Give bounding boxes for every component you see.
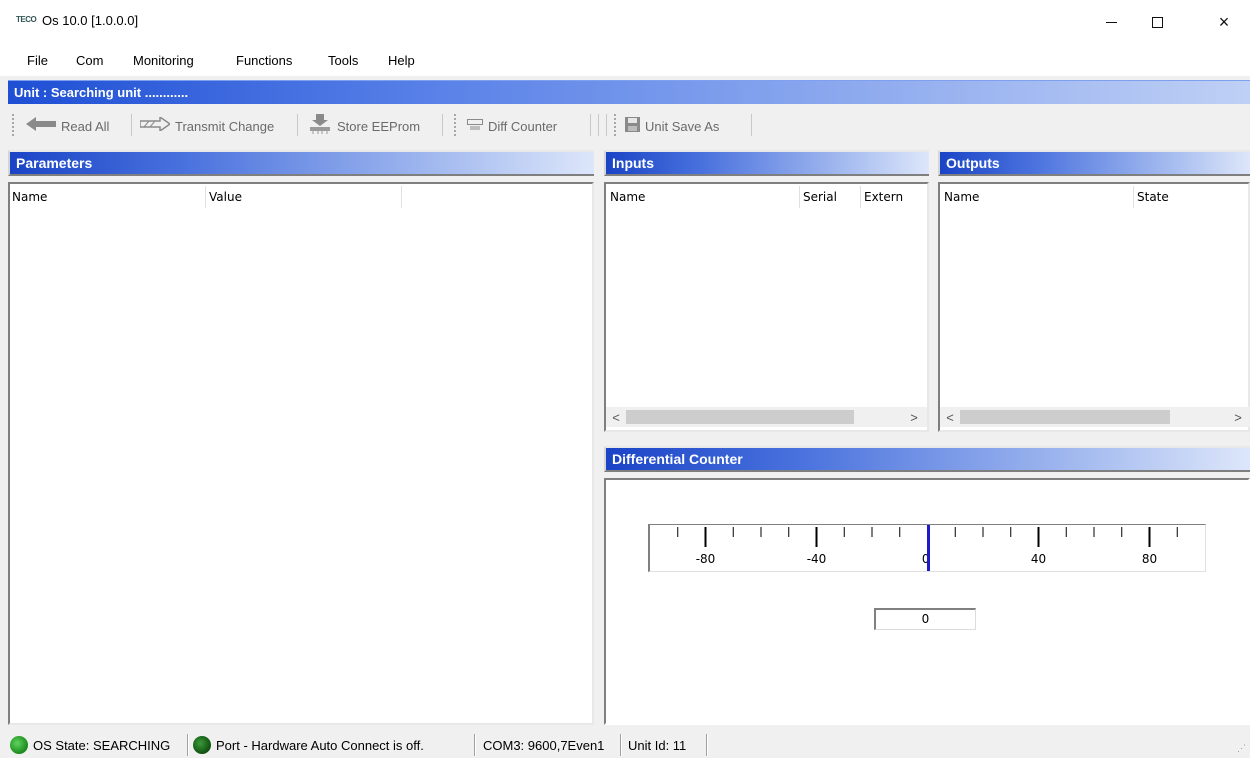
column-header-value[interactable]: Value — [209, 184, 242, 210]
toolbar-grip[interactable] — [454, 114, 456, 136]
parameters-header: Parameters — [8, 150, 594, 176]
inputs-list[interactable]: Name Serial Extern < > — [604, 182, 929, 432]
toolbar-separator — [751, 114, 752, 136]
port-status-text: Port - Hardware Auto Connect is off. — [216, 737, 424, 753]
inputs-horizontal-scrollbar[interactable]: < > — [606, 407, 927, 427]
column-header-serial[interactable]: Serial — [803, 184, 837, 210]
read-all-button[interactable]: Read All — [26, 116, 109, 136]
menu-bar: File Com Monitoring Functions Tools Help — [0, 44, 1250, 76]
differential-counter-title: Differential Counter — [612, 451, 743, 467]
port-status: Port - Hardware Auto Connect is off. — [193, 734, 424, 756]
close-icon: × — [1218, 11, 1230, 32]
transmit-change-button[interactable]: Transmit Change — [139, 115, 275, 136]
diff-counter-button[interactable]: Diff Counter — [467, 116, 557, 136]
os-state-led-icon — [10, 736, 28, 754]
gauge-tick-label: -40 — [807, 552, 827, 566]
minimize-button[interactable] — [1088, 0, 1134, 44]
gauge-tick-label: -80 — [696, 552, 716, 566]
menu-file[interactable]: File — [27, 53, 48, 68]
unit-status-bar: Unit : Searching unit ............ — [8, 80, 1250, 104]
column-separator[interactable] — [1133, 186, 1134, 208]
inputs-title: Inputs — [612, 155, 654, 171]
toolbar-separator — [590, 114, 591, 136]
minimize-icon — [1105, 21, 1117, 23]
scroll-right-icon[interactable]: > — [906, 408, 922, 426]
unit-save-as-button[interactable]: Unit Save As — [625, 116, 719, 136]
unit-id-status: Unit Id: 11 — [628, 734, 686, 756]
maximize-button[interactable] — [1134, 0, 1180, 44]
status-separator — [620, 734, 622, 756]
scroll-left-icon[interactable]: < — [942, 408, 958, 426]
status-separator — [706, 734, 708, 756]
menu-tools[interactable]: Tools — [328, 53, 358, 68]
arrow-left-icon — [26, 117, 56, 135]
window-title: Os 10.0 [1.0.0.0] — [42, 13, 139, 28]
gauge-scale: -80 -40 0 40 80 — [677, 525, 1178, 571]
differential-gauge: -80 -40 0 40 80 — [648, 524, 1206, 572]
menu-help[interactable]: Help — [388, 53, 415, 68]
toolbar-grip[interactable] — [12, 114, 14, 136]
column-header-name[interactable]: Name — [610, 184, 645, 210]
menu-functions[interactable]: Functions — [236, 53, 292, 68]
menu-monitoring[interactable]: Monitoring — [133, 53, 194, 68]
column-header-extern[interactable]: Extern — [864, 184, 903, 210]
store-eeprom-label: Store EEProm — [337, 118, 421, 134]
status-separator — [187, 734, 189, 756]
column-header-name[interactable]: Name — [944, 184, 979, 210]
outputs-list[interactable]: Name State < > — [938, 182, 1250, 432]
store-eeprom-button[interactable]: Store EEProm — [308, 114, 421, 138]
title-bar: TECO Os 10.0 [1.0.0.0] × — [0, 0, 1250, 44]
status-separator — [474, 734, 476, 756]
diff-counter-label: Diff Counter — [488, 118, 558, 134]
maximize-icon — [1151, 16, 1163, 28]
scrollbar-thumb[interactable] — [960, 410, 1170, 424]
gauge-tick-label: 40 — [1031, 552, 1046, 566]
transmit-change-label: Transmit Change — [175, 118, 275, 134]
column-header-name[interactable]: Name — [12, 184, 47, 210]
parameters-list[interactable]: Name Value — [8, 182, 594, 725]
differential-counter-header: Differential Counter — [604, 446, 1250, 472]
toolbar-separator — [598, 114, 599, 136]
app-logo-icon: TECO — [16, 15, 37, 24]
outputs-header: Outputs — [938, 150, 1250, 176]
parameters-title: Parameters — [16, 155, 93, 171]
column-separator[interactable] — [205, 186, 206, 208]
close-button[interactable]: × — [1201, 0, 1247, 44]
download-chip-icon — [308, 114, 332, 138]
com-status: COM3: 9600,7Even1 — [483, 734, 604, 756]
scrollbar-thumb[interactable] — [626, 410, 854, 424]
os-state-text: OS State: SEARCHING — [33, 737, 171, 753]
com-status-text: COM3: 9600,7Even1 — [483, 737, 605, 753]
unit-status-text: Unit : Searching unit ............ — [14, 85, 189, 100]
transmit-arrow-icon — [139, 115, 172, 135]
column-header-state[interactable]: State — [1137, 184, 1169, 210]
counter-display-icon — [467, 118, 483, 135]
unit-save-as-label: Unit Save As — [645, 118, 720, 134]
toolbar-separator — [442, 114, 443, 136]
differential-counter-panel — [604, 478, 1250, 725]
counter-value-display: 0 — [874, 608, 976, 630]
toolbar-grip[interactable] — [614, 114, 616, 136]
scroll-left-icon[interactable]: < — [608, 408, 624, 426]
menu-com[interactable]: Com — [76, 53, 103, 68]
os-state-status: OS State: SEARCHING — [10, 734, 170, 756]
toolbar-separator — [606, 114, 607, 136]
column-separator[interactable] — [860, 186, 861, 208]
gauge-tick-label: 80 — [1142, 552, 1157, 566]
toolbar-separator — [297, 114, 298, 136]
inputs-header: Inputs — [604, 150, 929, 176]
toolbar: Read All Transmit Change Store EEProm Di… — [8, 106, 1250, 146]
column-separator[interactable] — [401, 186, 402, 208]
toolbar-separator — [131, 114, 132, 136]
unit-id-text: Unit Id: 11 — [628, 737, 687, 753]
outputs-horizontal-scrollbar[interactable]: < > — [940, 407, 1250, 427]
port-led-icon — [193, 736, 211, 754]
outputs-title: Outputs — [946, 155, 1000, 171]
column-separator[interactable] — [799, 186, 800, 208]
scroll-right-icon[interactable]: > — [1230, 408, 1246, 426]
resize-grip-icon[interactable]: ⋰ — [1237, 743, 1246, 754]
read-all-label: Read All — [61, 118, 110, 134]
floppy-disk-icon — [625, 116, 640, 136]
status-bar: OS State: SEARCHING Port - Hardware Auto… — [8, 731, 1250, 758]
